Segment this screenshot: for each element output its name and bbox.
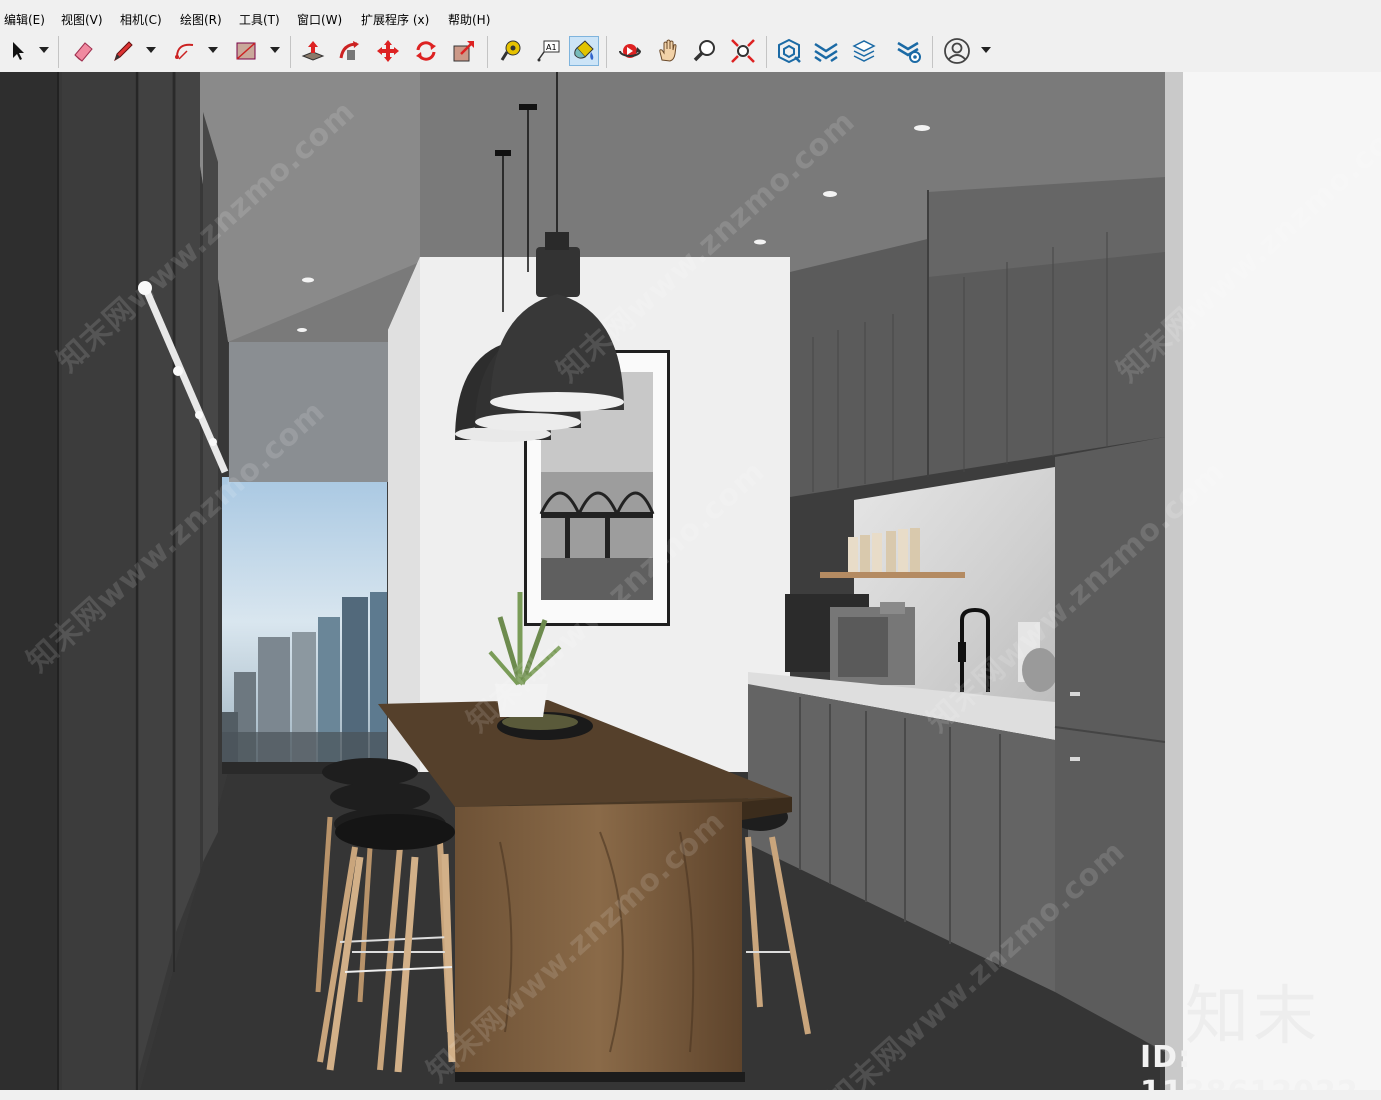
arc-dropdown[interactable] [206, 42, 220, 58]
paint-bucket-tool-button[interactable] [569, 36, 599, 66]
3d-viewport[interactable]: 知末网www.znzmo.com 知末网www.znzmo.com 知末网www… [0, 72, 1381, 1090]
follow-me-icon [339, 41, 359, 60]
menu-help[interactable]: 帮助(H) [448, 11, 490, 28]
line-tool-button[interactable] [108, 36, 138, 66]
shape-dropdown[interactable] [268, 42, 282, 58]
eraser-tool-button[interactable] [68, 36, 98, 66]
pan-tool-button[interactable] [653, 36, 683, 66]
toolbar: A1 [0, 30, 1381, 73]
menu-bar: 编辑(E) 视图(V) 相机(C) 绘图(R) 工具(T) 窗口(W) 扩展程序… [0, 8, 1381, 30]
select-dropdown[interactable] [37, 42, 51, 58]
eraser-icon [74, 42, 93, 62]
scale-icon [453, 41, 474, 62]
rotate-tool-button[interactable] [411, 36, 441, 66]
follow-me-tool-button[interactable] [335, 36, 365, 66]
zoom-extents-tool-button[interactable] [728, 36, 758, 66]
menu-tools[interactable]: 工具(T) [239, 11, 280, 28]
text-label-icon: A1 [537, 40, 560, 62]
toolbar-separator [290, 36, 291, 68]
select-arrow-icon [13, 42, 24, 60]
rectangle-shape-icon [236, 42, 256, 60]
arc-icon [175, 43, 194, 60]
push-pull-icon [301, 41, 325, 61]
arc-tool-button[interactable] [170, 36, 200, 66]
user-account-button[interactable] [942, 36, 972, 66]
chevron-down-icon [270, 47, 280, 53]
chevron-down-icon [208, 47, 218, 53]
chevron-down-icon [146, 47, 156, 53]
watermark-id: ID: 1138612022 [1140, 1040, 1358, 1090]
scene-render [0, 72, 1381, 1090]
tape-measure-icon [500, 40, 521, 61]
extension-manager-button[interactable] [894, 36, 924, 66]
zoom-extents-icon [731, 39, 755, 63]
toolbar-separator [606, 36, 607, 68]
toolbar-separator [58, 36, 59, 68]
layer-manager-icon [852, 40, 876, 62]
push-pull-tool-button[interactable] [298, 36, 328, 66]
layer-manager-button[interactable] [849, 36, 879, 66]
text-tool-button[interactable]: A1 [533, 36, 563, 66]
extension-warehouse-icon [814, 42, 838, 63]
zoom-tool-button[interactable] [690, 36, 720, 66]
paint-bucket-icon [574, 40, 594, 60]
menu-edit[interactable]: 编辑(E) [4, 11, 45, 28]
toolbar-separator [487, 36, 488, 68]
menu-camera[interactable]: 相机(C) [120, 11, 162, 28]
move-tool-button[interactable] [373, 36, 403, 66]
orbit-icon [619, 44, 641, 58]
status-bar [0, 1090, 1381, 1100]
chevron-down-icon [981, 47, 991, 53]
menu-draw[interactable]: 绘图(R) [180, 11, 222, 28]
toolbar-separator [766, 36, 767, 68]
user-account-dropdown[interactable] [979, 42, 993, 58]
menu-extensions[interactable]: 扩展程序 (x) [361, 11, 429, 28]
orbit-tool-button[interactable] [615, 36, 645, 66]
chevron-down-icon [39, 47, 49, 53]
extension-manager-icon [897, 41, 921, 63]
warehouse-icon [778, 38, 801, 64]
extension-warehouse-button[interactable] [811, 36, 841, 66]
user-account-icon [944, 38, 970, 64]
move-icon [377, 40, 399, 62]
tall-cabinet [1054, 437, 1166, 1052]
line-dropdown[interactable] [144, 42, 158, 58]
3d-warehouse-button[interactable] [774, 36, 804, 66]
scale-tool-button[interactable] [449, 36, 479, 66]
pencil-line-icon [114, 41, 133, 62]
shape-tool-button[interactable] [231, 36, 261, 66]
coffee-machines [785, 594, 915, 685]
rotate-icon [416, 41, 436, 61]
svg-text:A1: A1 [546, 43, 557, 52]
window-city-view [222, 342, 389, 774]
tape-measure-tool-button[interactable] [496, 36, 526, 66]
pan-hand-icon [659, 39, 677, 62]
toolbar-separator [932, 36, 933, 68]
select-tool-button[interactable] [3, 36, 33, 66]
right-white-wall [1165, 72, 1381, 1090]
menu-window[interactable]: 窗口(W) [297, 11, 342, 28]
menu-view[interactable]: 视图(V) [61, 11, 103, 28]
zoom-icon [693, 40, 715, 62]
